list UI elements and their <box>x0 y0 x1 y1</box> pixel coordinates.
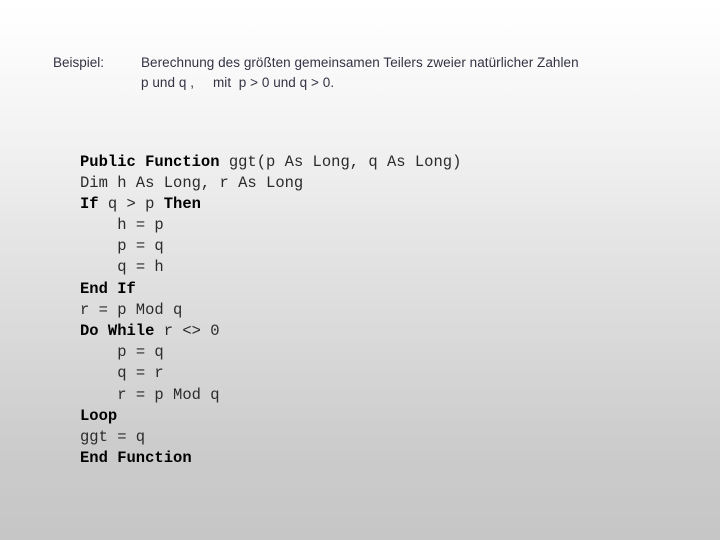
code-text: p = q <box>117 237 164 256</box>
code-line: r = p Mod q <box>80 300 461 321</box>
code-line: p = q <box>80 342 461 363</box>
code-line: ggt = q <box>80 427 461 448</box>
example-row: Beispiel: Berechnung des größten gemeins… <box>53 53 678 93</box>
code-line: r = p Mod q <box>80 385 461 406</box>
code-line: p = q <box>80 236 461 257</box>
example-description-line-1: Berechnung des größten gemeinsamen Teile… <box>141 55 579 70</box>
code-keyword: Then <box>163 194 201 213</box>
code-text: r <> 0 <box>163 322 220 340</box>
code-line: Do While r <> 0 <box>80 321 461 342</box>
example-description: Berechnung des größten gemeinsamen Teile… <box>141 53 678 93</box>
code-text: q = h <box>117 258 164 277</box>
code-text: ggt(p As Long, q As Long) <box>228 152 462 171</box>
code-line: End Function <box>80 448 461 469</box>
code-line: Loop <box>80 406 461 427</box>
code-text: q = r <box>117 364 164 383</box>
slide-canvas: Beispiel: Berechnung des größten gemeins… <box>0 0 720 540</box>
example-block: Beispiel: Berechnung des größten gemeins… <box>53 53 678 93</box>
code-text: Dim h As Long, r As Long <box>80 173 304 192</box>
code-line: If q > p Then <box>80 194 461 215</box>
code-keyword: Loop <box>80 406 118 425</box>
code-text: q > p <box>107 194 164 213</box>
code-line: Public Function ggt(p As Long, q As Long… <box>80 152 461 173</box>
code-keyword: End If <box>80 279 136 298</box>
code-line: q = h <box>80 257 461 278</box>
code-keyword: If <box>80 194 108 213</box>
code-text: r = p Mod q <box>117 385 220 404</box>
code-listing: Public Function ggt(p As Long, q As Long… <box>80 152 461 470</box>
code-line: q = r <box>80 363 461 384</box>
code-keyword: Public Function <box>80 152 229 171</box>
code-keyword: End Function <box>80 449 192 468</box>
example-label: Beispiel: <box>53 55 105 70</box>
code-text: p = q <box>117 343 164 362</box>
code-keyword: Do While <box>80 322 164 340</box>
example-description-line-2: p und q , mit p > 0 und q > 0. <box>141 75 335 90</box>
code-text: h = p <box>117 216 164 235</box>
code-line: Dim h As Long, r As Long <box>80 173 461 194</box>
code-line: h = p <box>80 215 461 236</box>
code-text: r = p Mod q <box>80 300 183 319</box>
code-line: End If <box>80 279 461 300</box>
code-text: ggt = q <box>80 427 146 446</box>
